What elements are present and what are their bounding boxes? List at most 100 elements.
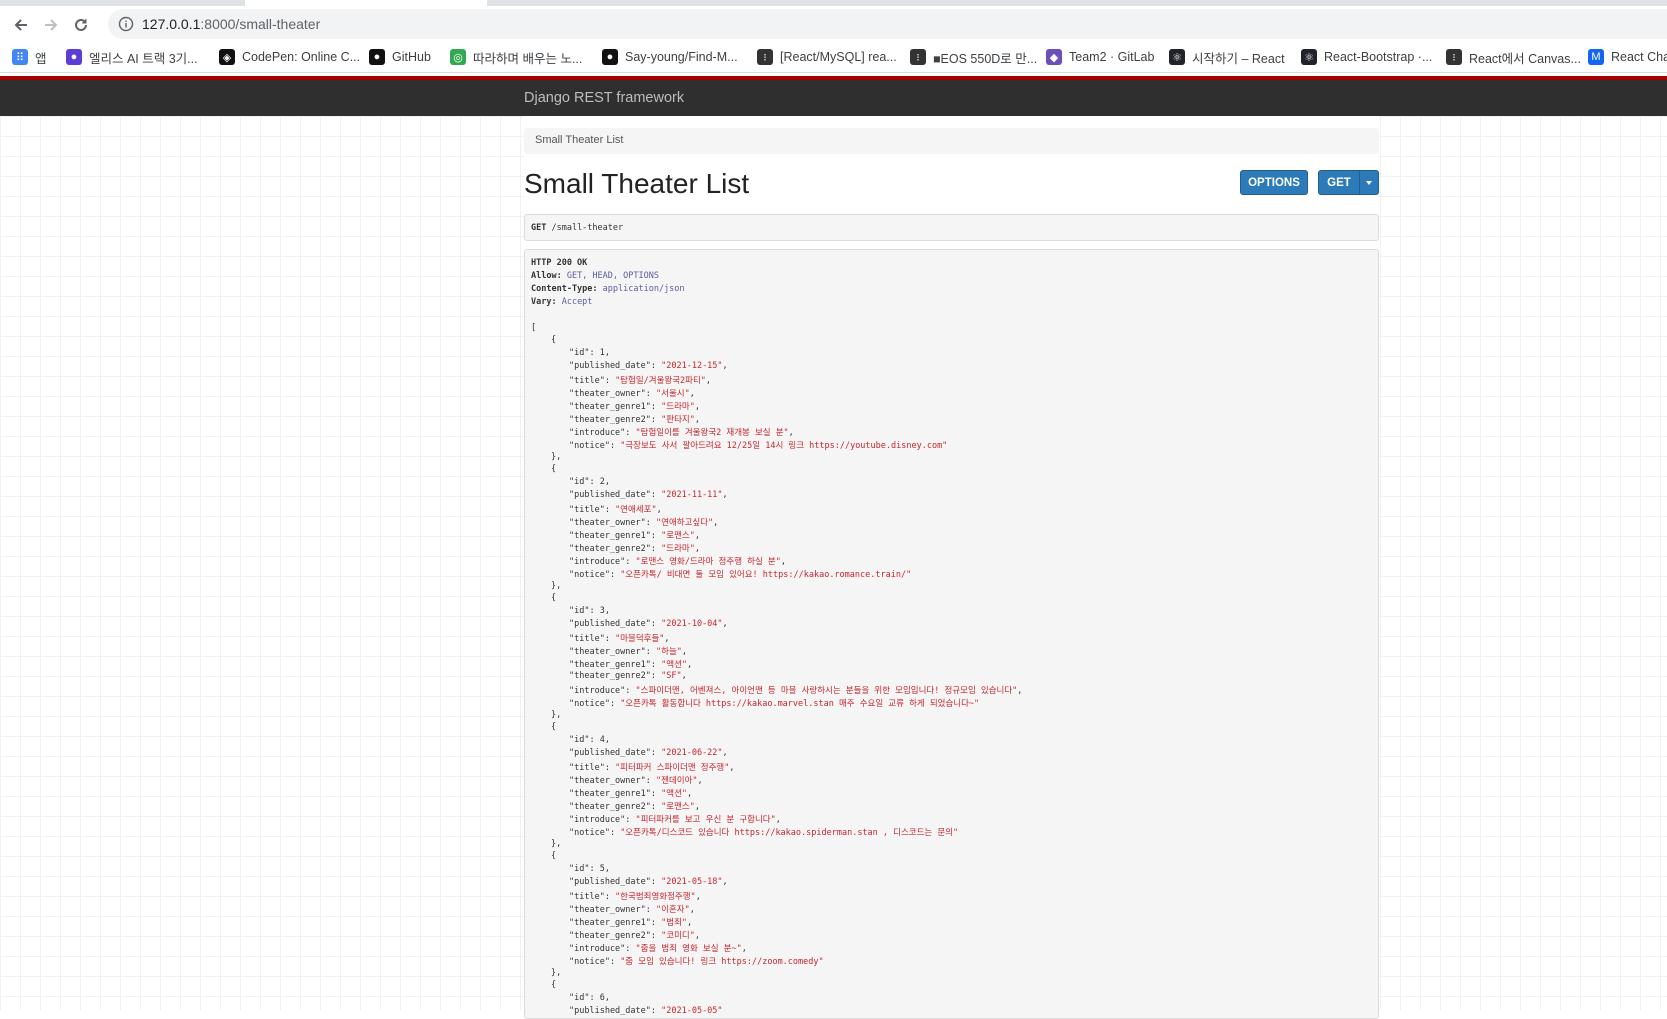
- json-value: "드라마": [661, 401, 695, 412]
- json-value: "범죄": [661, 917, 688, 928]
- address-bar[interactable]: 127.0.0.1:8000/small-theater: [108, 9, 1667, 39]
- json-close-brace: },: [551, 967, 562, 978]
- bookmark-item[interactable]: ◈ CodePen: Online C...: [219, 48, 360, 66]
- bookmark-label: 따라하며 배우는 노...: [473, 51, 583, 66]
- json-field-introduce: "introduce": "줌을 범죄 영화 보실 분~",: [569, 943, 747, 954]
- bookmark-item[interactable]: ⠿ 앱: [12, 48, 47, 66]
- json-value: "판타지": [661, 414, 695, 425]
- json-value: "2021-06-22": [661, 748, 723, 759]
- json-field-theater-owner: "theater_owner": "하늘",: [569, 647, 688, 657]
- bookmark-item[interactable]: M React Cha: [1588, 48, 1667, 66]
- json-field-id: "id": 4,: [569, 735, 610, 746]
- json-close-brace: },: [551, 838, 562, 849]
- bookmark-item[interactable]: ⁝ React에서 Canvas...: [1446, 48, 1581, 66]
- json-field-theater-genre1: "theater_genre1": "범죄",: [569, 917, 693, 928]
- response-header-line: HTTP 200 OK: [531, 258, 587, 268]
- response-header-key: Content-Type:: [531, 283, 598, 294]
- json-field-title: "title": "마블덕후들",: [569, 634, 670, 645]
- info-icon[interactable]: [118, 16, 134, 32]
- bookmark-item[interactable]: ◎ 따라하며 배우는 노...: [450, 48, 582, 66]
- json-value: "SF": [661, 670, 682, 681]
- react-icon: ⚛: [1301, 49, 1317, 65]
- options-button[interactable]: OPTIONS: [1240, 170, 1308, 195]
- bookmark-label: React-Bootstrap ·...: [1324, 50, 1433, 64]
- bookmark-label: Say-young/Find-M...: [625, 50, 738, 64]
- bookmark-item[interactable]: ● GitHub: [369, 48, 431, 66]
- json-value: "액션": [661, 788, 688, 799]
- json-field-theater-owner: "theater_owner": "젠데이아",: [569, 776, 703, 786]
- forward-arrow-icon: [45, 19, 58, 31]
- json-field-theater-owner: "theater_owner": "이혼자",: [569, 905, 695, 915]
- json-field-theater-genre2: "theater_genre2": "코미디",: [569, 930, 700, 941]
- bookmark-item[interactable]: ⁝ [React/MySQL] rea...: [757, 48, 897, 66]
- json-field-theater-genre2: "theater_genre2": "드라마",: [569, 543, 700, 554]
- json-value: "2021-12-15": [661, 361, 723, 372]
- main-content: Small Theater List Small Theater List OP…: [524, 116, 1379, 1019]
- bookmark-label: CodePen: Online C...: [242, 50, 361, 64]
- json-close-brace: },: [551, 580, 562, 591]
- json-field-theater-genre1: "theater_genre1": "액션",: [569, 659, 693, 670]
- bookmark-item[interactable]: ⁝ ■EOS 550D로 만...: [910, 48, 1037, 66]
- mdb-icon: M: [1588, 49, 1604, 65]
- bookmark-label: GitHub: [392, 50, 431, 64]
- json-field-published-date: "published_date": "2021-12-15",: [569, 361, 728, 372]
- brand-link[interactable]: Django REST framework: [524, 90, 684, 106]
- json-value: "한국범죄영화정주행": [615, 892, 696, 903]
- browser-toolbar: 127.0.0.1:8000/small-theater: [0, 6, 1667, 42]
- page-title: Small Theater List: [524, 168, 750, 199]
- json-field-theater-owner: "theater_owner": "서울시",: [569, 389, 695, 399]
- json-field-title: "title": "한국범죄영화정주행",: [569, 892, 701, 903]
- json-open-brace: {: [551, 335, 557, 346]
- back-button[interactable]: [8, 12, 34, 38]
- json-field-theater-genre1: "theater_genre1": "액션",: [569, 788, 693, 799]
- json-field-id: "id": 5,: [569, 864, 610, 875]
- forward-button[interactable]: [38, 12, 64, 38]
- json-value: "하늘": [656, 647, 682, 657]
- codepen-icon: ◈: [219, 49, 235, 65]
- bookmark-label: 엘리스 AI 트랙 3기...: [89, 51, 198, 66]
- get-button[interactable]: GET: [1318, 170, 1360, 195]
- json-value: "코미디": [661, 930, 695, 941]
- json-value: "마블덕후들": [615, 634, 665, 645]
- bookmark-item[interactable]: ● 엘리스 AI 트랙 3기...: [66, 48, 198, 66]
- json-value: "연애세포": [615, 505, 657, 516]
- bookmark-item[interactable]: ◆ Team2 · GitLab: [1046, 48, 1154, 66]
- json-value: "젠데이아": [656, 776, 698, 786]
- bookmark-label: React에서 Canvas...: [1469, 51, 1581, 66]
- breadcrumb-item[interactable]: Small Theater List: [535, 134, 623, 146]
- json-field-published-date: "published_date": "2021-11-11",: [569, 490, 728, 501]
- response-header-key: Vary:: [531, 296, 557, 307]
- json-field-notice: "notice": "오픈카톡/ 비대면 둘 모임 있어요! https://k…: [569, 569, 912, 580]
- inflearn-icon: ◎: [450, 49, 466, 65]
- json-field-published-date: "published_date": "2021-06-22",: [569, 748, 728, 759]
- response-info: HTTP 200 OK Allow: GET, HEAD, OPTIONS Cont…: [524, 249, 1379, 1019]
- github-icon: ●: [369, 49, 385, 65]
- get-format-dropdown[interactable]: [1359, 170, 1379, 195]
- caret-down-icon: [1366, 180, 1372, 185]
- json-close-brace: },: [551, 451, 562, 462]
- response-header-value: application/json: [597, 283, 685, 294]
- back-arrow-icon: [14, 19, 27, 31]
- json-value: "로맨스 영화/드라마 정주행 하실 분": [635, 556, 781, 567]
- github-icon: ●: [602, 49, 618, 65]
- json-close-brace: },: [551, 709, 562, 720]
- json-field-published-date: "published_date": "2021-10-04",: [569, 619, 728, 630]
- json-field-title: "title": "탐험일/겨울왕국2파티",: [569, 376, 712, 387]
- reload-button[interactable]: [68, 12, 94, 38]
- json-value: "이혼자": [656, 905, 690, 915]
- bookmark-label: 앱: [35, 51, 47, 66]
- url-text[interactable]: 127.0.0.1:8000/small-theater: [142, 16, 320, 32]
- json-field-introduce: "introduce": "로맨스 영화/드라마 정주행 하실 분",: [569, 556, 786, 567]
- bookmark-item[interactable]: ⚛ React-Bootstrap ·...: [1301, 48, 1432, 66]
- response-header-line: Content-Type: application/json: [531, 284, 685, 294]
- elice-icon: ●: [66, 49, 82, 65]
- json-value: "탐험일/겨울왕국2파티": [615, 376, 706, 387]
- json-value: "극장보도 사서 팔아드려요 12/25일 14시 링크 https://you…: [620, 440, 948, 451]
- apps-grid-icon: ⠿: [12, 49, 28, 65]
- bookmark-item[interactable]: ● Say-young/Find-M...: [602, 48, 738, 66]
- bookmark-item[interactable]: ⚛ 시작하기 – React: [1169, 48, 1285, 66]
- json-field-introduce: "introduce": "피터파커를 보고 우신 분 구합니다",: [569, 814, 781, 825]
- json-field-title: "title": "피터파커 스파이더맨 정주행",: [569, 763, 735, 774]
- json-field-id: "id": 2,: [569, 477, 610, 488]
- json-field-theater-genre2: "theater_genre2": "판타지",: [569, 414, 700, 425]
